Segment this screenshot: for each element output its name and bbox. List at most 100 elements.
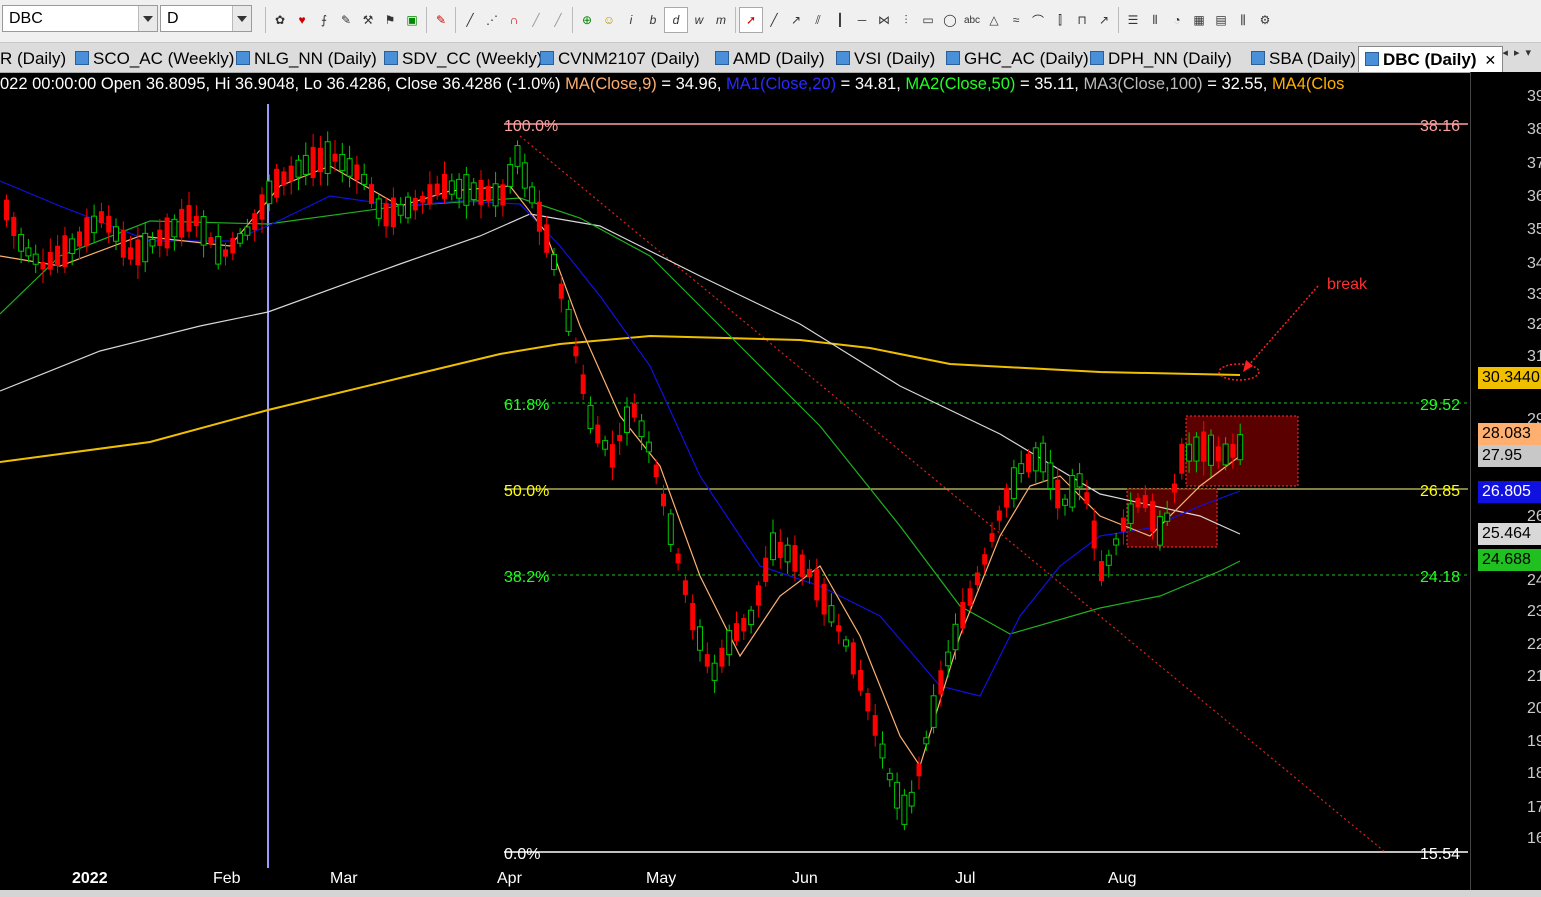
tab-dph-nn-daily-[interactable]: DPH_NN (Daily) xyxy=(1090,46,1232,71)
italic-m-icon[interactable]: m xyxy=(710,8,732,32)
candle-body xyxy=(164,217,170,249)
candle-body xyxy=(390,197,396,228)
ma20-label: MA1(Close,20) xyxy=(726,75,837,93)
scale-icon[interactable]: ⫼ xyxy=(1232,8,1254,32)
triangle-icon[interactable]: △ xyxy=(983,8,1005,32)
italic-w-icon[interactable]: w xyxy=(688,8,710,32)
candle-body xyxy=(361,173,368,185)
italic-b-icon[interactable]: b xyxy=(642,8,664,32)
tab-scroll-arrows-icon[interactable]: ◂▸▾ xyxy=(1502,46,1537,59)
candle-body xyxy=(1156,515,1163,546)
candle-body xyxy=(748,609,755,626)
candle xyxy=(989,522,995,548)
list-icon[interactable]: ☰ xyxy=(1122,8,1144,32)
candle-body xyxy=(142,232,149,263)
tab-dbc-daily-[interactable]: DBC (Daily) ✕ xyxy=(1358,46,1504,72)
candle xyxy=(821,577,827,626)
candle-body xyxy=(529,186,536,204)
tab-sdv-cc-weekly-[interactable]: SDV_CC (Weekly) xyxy=(384,46,542,71)
channel-icon[interactable]: ⋈ xyxy=(873,8,895,32)
sheet-tabs-bar[interactable] xyxy=(0,890,1541,897)
parallel-icon[interactable]: ⫽ xyxy=(807,8,829,32)
chevron-down-icon[interactable] xyxy=(138,6,157,31)
candle-body xyxy=(288,165,294,182)
tab-sba-daily-[interactable]: SBA (Daily) xyxy=(1251,46,1356,71)
ma100-line[interactable] xyxy=(0,213,1241,535)
ellipse-icon[interactable]: ◯ xyxy=(939,8,961,32)
speed-icon[interactable]: ◔ xyxy=(1166,8,1188,32)
fibonacci-icon[interactable]: ⫶ xyxy=(895,8,917,32)
chart-icon[interactable]: ▣ xyxy=(401,8,423,32)
break-marker-ellipse[interactable] xyxy=(1218,363,1260,381)
tab-ghc-ac-daily-[interactable]: GHC_AC (Daily) xyxy=(946,46,1089,71)
heart-icon[interactable]: ♥ xyxy=(291,8,313,32)
pointer-icon[interactable]: ➚ xyxy=(739,7,763,33)
zigzag-icon[interactable]: ≈ xyxy=(1005,8,1027,32)
candle xyxy=(288,156,294,195)
candle xyxy=(98,202,104,228)
gann-icon[interactable]: ⫿ xyxy=(1049,8,1071,32)
rectangle-icon[interactable]: ▭ xyxy=(917,8,939,32)
candle-body xyxy=(32,253,39,265)
tab-amd-daily-[interactable]: AMD (Daily) xyxy=(715,46,825,71)
downtrend-line[interactable] xyxy=(519,135,1386,853)
italic-d-icon[interactable]: d xyxy=(664,7,688,33)
break-arrow-line[interactable] xyxy=(1247,285,1319,367)
price-chart[interactable]: break xyxy=(0,96,1470,868)
candle xyxy=(631,393,637,423)
tool-icon[interactable]: ⚑ xyxy=(379,8,401,32)
grid-icon[interactable]: ▦ xyxy=(1188,8,1210,32)
time-axis[interactable]: 2022 Feb Mar Apr May Jun Jul Aug xyxy=(0,868,1470,890)
vertical-line-icon[interactable]: ┃ xyxy=(829,8,851,32)
break-annotation[interactable]: break xyxy=(1327,276,1368,293)
tab-r-daily-[interactable]: R (Daily) xyxy=(0,46,66,71)
candle xyxy=(390,187,396,236)
candle xyxy=(295,154,302,191)
explore-icon[interactable]: ⚒ xyxy=(357,8,379,32)
period-combo[interactable]: D xyxy=(160,5,252,32)
pen-icon[interactable]: ✎ xyxy=(430,8,452,32)
chart-tab-icon xyxy=(540,51,554,65)
candle-body xyxy=(836,625,842,632)
tab-vsi-daily-[interactable]: VSI (Daily) xyxy=(836,46,935,71)
moving-averages xyxy=(0,165,1241,768)
separator xyxy=(455,7,456,33)
candle-body xyxy=(982,554,988,565)
fib-pct-label: 0.0% xyxy=(504,846,541,863)
time-cycle-icon[interactable]: ⊓ xyxy=(1071,8,1093,32)
smiley-icon[interactable]: ☺ xyxy=(598,8,620,32)
price-tick-label: 36 xyxy=(1527,188,1541,205)
text-icon[interactable]: abc xyxy=(961,8,983,32)
tab-label: CVNM2107 (Daily) xyxy=(558,49,700,68)
indicator-icon[interactable]: ✿ xyxy=(269,8,291,32)
tab-sco-ac-weekly-[interactable]: SCO_AC (Weekly) xyxy=(75,46,234,71)
candle-body xyxy=(91,215,98,234)
candle xyxy=(142,221,149,273)
italic-i-icon[interactable]: i xyxy=(620,8,642,32)
scan-icon[interactable]: ✎ xyxy=(335,8,357,32)
settings-icon[interactable]: ⚙ xyxy=(1254,8,1276,32)
tab-cvnm2107-daily-[interactable]: CVNM2107 (Daily) xyxy=(540,46,700,71)
candle xyxy=(580,364,586,401)
chevron-down-icon[interactable] xyxy=(232,6,251,31)
formula-icon[interactable]: ⨍ xyxy=(313,8,335,32)
arc-icon[interactable]: ⌒ xyxy=(1027,8,1049,32)
line-gray-icon[interactable]: ╱ xyxy=(525,8,547,32)
magnet-icon[interactable]: ∩ xyxy=(503,8,525,32)
line-gray-2-icon[interactable]: ╱ xyxy=(547,8,569,32)
zoom-in-icon[interactable]: ⊕ xyxy=(576,8,598,32)
candle xyxy=(427,171,433,210)
horizontal-line-icon[interactable]: ─ xyxy=(851,8,873,32)
close-icon[interactable]: ✕ xyxy=(1485,52,1497,68)
trendline-icon[interactable]: ╱ xyxy=(763,8,785,32)
tab-nlg-nn-daily-[interactable]: NLG_NN (Daily) xyxy=(236,46,377,71)
tab-label: GHC_AC (Daily) xyxy=(964,49,1089,68)
bars-icon[interactable]: ⦀ xyxy=(1144,8,1166,32)
ray-icon[interactable]: ↗ xyxy=(785,8,807,32)
dotted-line-icon[interactable]: ⋰ xyxy=(481,8,503,32)
line-icon[interactable]: ╱ xyxy=(459,8,481,32)
symbol-combo[interactable]: DBC xyxy=(2,5,158,32)
arrow-icon[interactable]: ↗ xyxy=(1093,8,1115,32)
calendar-icon[interactable]: ▤ xyxy=(1210,8,1232,32)
candle-body xyxy=(1026,453,1031,473)
